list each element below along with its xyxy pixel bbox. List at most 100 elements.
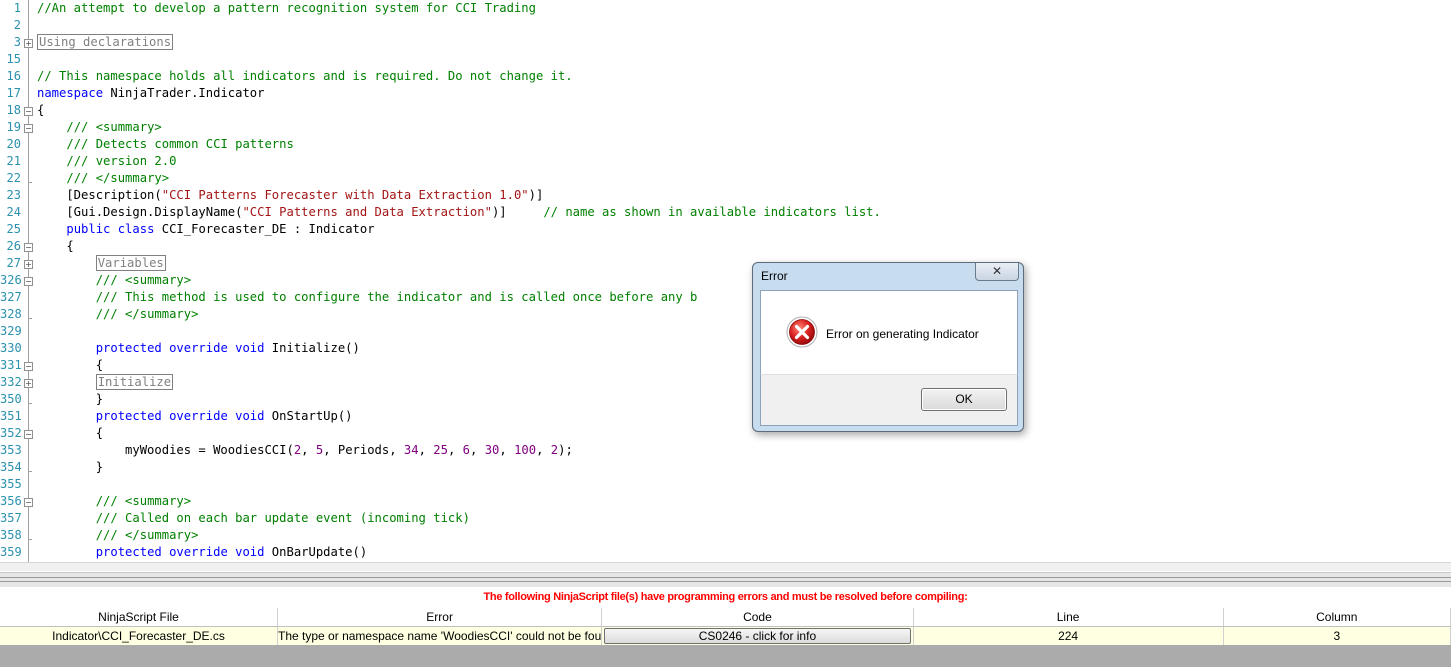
collapse-icon[interactable]: − xyxy=(24,124,33,133)
code-line[interactable]: 24 [Gui.Design.DisplayName("CCI Patterns… xyxy=(0,204,1451,221)
error-file-cell[interactable]: Indicator\CCI_Forecaster_DE.cs xyxy=(0,626,279,645)
table-row[interactable]: Indicator\CCI_Forecaster_DE.cs The type … xyxy=(0,626,1451,645)
code-line[interactable]: 22 /// </summary> xyxy=(0,170,1451,187)
code-text: OnBarUpdate() xyxy=(264,545,368,559)
line-number: 332 xyxy=(0,375,22,389)
collapse-icon[interactable]: − xyxy=(24,498,33,507)
code-content: protected override void Initialize() xyxy=(37,340,360,357)
error-icon xyxy=(786,316,818,348)
line-number: 20 xyxy=(6,137,21,151)
code-comment: /// </summary> xyxy=(95,528,199,542)
line-number: 21 xyxy=(6,154,21,168)
code-line[interactable]: 359 protected override void OnBarUpdate(… xyxy=(0,544,1451,561)
error-column-cell[interactable]: 3 xyxy=(1223,626,1451,645)
collapse-icon[interactable]: − xyxy=(24,243,33,252)
code-line[interactable]: 19− /// <summary> xyxy=(0,119,1451,136)
expand-icon[interactable]: + xyxy=(24,379,33,388)
code-text: { xyxy=(37,103,45,117)
code-text: NinjaTrader.Indicator xyxy=(103,86,265,100)
splitter-ridge xyxy=(0,581,1451,582)
code-line[interactable]: 351 protected override void OnStartUp() xyxy=(0,408,1451,425)
code-content: /// This method is used to configure the… xyxy=(37,289,698,306)
code-line[interactable]: 2 xyxy=(0,17,1451,34)
code-content: /// <summary> xyxy=(37,119,161,136)
expand-icon[interactable]: + xyxy=(24,39,33,48)
code-line[interactable]: 356− /// <summary> xyxy=(0,493,1451,510)
collapse-icon[interactable]: − xyxy=(24,430,33,439)
column-header-line[interactable]: Line xyxy=(913,608,1224,627)
column-header-error[interactable]: Error xyxy=(277,608,603,627)
code-line[interactable]: 26− { xyxy=(0,238,1451,255)
code-content: { xyxy=(37,238,73,255)
code-line[interactable]: 330 protected override void Initialize() xyxy=(0,340,1451,357)
line-number: 359 xyxy=(0,545,22,559)
code-line[interactable]: 328 /// </summary> xyxy=(0,306,1451,323)
code-line[interactable]: 15 xyxy=(0,51,1451,68)
code-line[interactable]: 331− { xyxy=(0,357,1451,374)
code-line[interactable]: 20 /// Detects common CCI patterns xyxy=(0,136,1451,153)
horizontal-scrollbar[interactable] xyxy=(0,562,1451,571)
close-icon: ✕ xyxy=(991,264,1003,278)
column-header-file[interactable]: NinjaScript File xyxy=(0,608,279,627)
code-comment: /// This method is used to configure the… xyxy=(95,290,698,304)
code-text: , xyxy=(536,443,551,457)
error-code-info-button[interactable]: CS0246 - click for info xyxy=(604,628,911,644)
code-line[interactable]: 17 namespace NinjaTrader.Indicator xyxy=(0,85,1451,102)
collapse-icon[interactable]: − xyxy=(24,107,33,116)
code-line[interactable]: 1 //An attempt to develop a pattern recog… xyxy=(0,0,1451,17)
error-line-cell[interactable]: 224 xyxy=(913,626,1224,645)
code-line[interactable]: 350 } xyxy=(0,391,1451,408)
code-content: // This namespace holds all indicators a… xyxy=(37,68,573,85)
code-line[interactable]: 25 public class CCI_Forecaster_DE : Indi… xyxy=(0,221,1451,238)
code-content: Using declarations xyxy=(37,34,174,51)
collapsed-region[interactable]: Variables xyxy=(95,255,166,271)
code-line[interactable]: 352− { xyxy=(0,425,1451,442)
fold-end-marker xyxy=(28,539,32,540)
line-number: 27 xyxy=(6,256,21,270)
code-comment: /// <summary> xyxy=(95,273,192,287)
code-text: [Gui.Design.DisplayName( xyxy=(37,205,243,219)
code-line[interactable]: 18−{ xyxy=(0,102,1451,119)
code-line[interactable]: 354 } xyxy=(0,459,1451,476)
line-number: 23 xyxy=(6,188,21,202)
code-line[interactable]: 327 /// This method is used to configure… xyxy=(0,289,1451,306)
line-number: 354 xyxy=(0,460,22,474)
code-keyword: protected override void xyxy=(95,545,265,559)
code-content: Variables xyxy=(37,255,166,272)
code-line[interactable]: 355 xyxy=(0,476,1451,493)
code-line[interactable]: 3 + Using declarations xyxy=(0,34,1451,51)
code-line[interactable]: 358 /// </summary> xyxy=(0,527,1451,544)
code-editor[interactable]: 1 //An attempt to develop a pattern recog… xyxy=(0,0,1451,562)
collapsed-region[interactable]: Using declarations xyxy=(37,34,174,50)
error-message-cell[interactable]: The type or namespace name 'WoodiesCCI' … xyxy=(277,626,603,645)
code-line[interactable]: 23 [Description("CCI Patterns Forecaster… xyxy=(0,187,1451,204)
code-line[interactable]: 326− /// <summary> xyxy=(0,272,1451,289)
column-header-column[interactable]: Column xyxy=(1223,608,1451,627)
code-keyword: public class xyxy=(66,222,155,236)
code-line[interactable]: 329 xyxy=(0,323,1451,340)
code-text: ); xyxy=(558,443,573,457)
code-line[interactable]: 332 + Initialize xyxy=(0,374,1451,391)
collapsed-region[interactable]: Initialize xyxy=(95,374,174,390)
code-content: /// </summary> xyxy=(37,527,199,544)
collapse-icon[interactable]: − xyxy=(24,362,33,371)
code-line[interactable]: 21 /// version 2.0 xyxy=(0,153,1451,170)
code-line[interactable]: 353 myWoodies = WoodiesCCI(2, 5, Periods… xyxy=(0,442,1451,459)
code-line[interactable]: 16 // This namespace holds all indicators… xyxy=(0,68,1451,85)
dialog-close-button[interactable]: ✕ xyxy=(975,263,1019,281)
code-text: CCI_Forecaster_DE : Indicator xyxy=(154,222,375,236)
column-header-code[interactable]: Code xyxy=(601,608,914,627)
panel-splitter[interactable] xyxy=(0,572,1451,588)
collapse-icon[interactable]: − xyxy=(24,277,33,286)
ok-button[interactable]: OK xyxy=(921,388,1007,411)
code-line[interactable]: 27 + Variables xyxy=(0,255,1451,272)
code-text: , xyxy=(447,443,463,457)
code-line[interactable]: 357 /// Called on each bar update event … xyxy=(0,510,1451,527)
code-comment: /// <summary> xyxy=(95,494,192,508)
code-number: 34 xyxy=(403,443,419,457)
code-content: [Gui.Design.DisplayName("CCI Patterns an… xyxy=(37,204,881,221)
expand-icon[interactable]: + xyxy=(24,260,33,269)
